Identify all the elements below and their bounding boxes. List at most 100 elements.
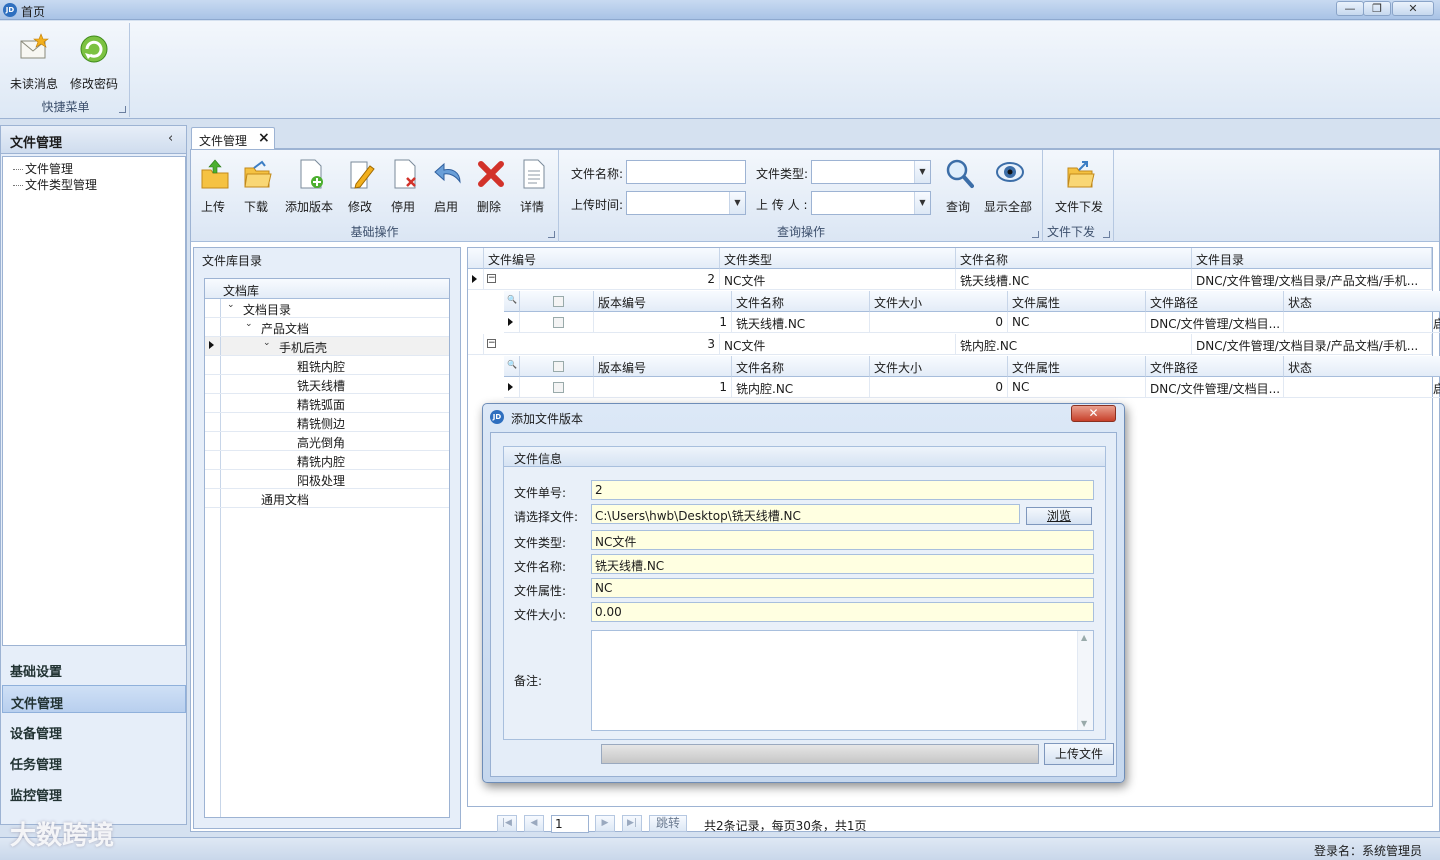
details-button[interactable]: 详情	[512, 156, 552, 214]
detail-column-header[interactable]: 状态	[1284, 291, 1440, 312]
row-checkbox[interactable]	[553, 317, 564, 328]
detail-column-header[interactable]: 文件路径	[1146, 356, 1284, 377]
library-tree-item[interactable]: 精铣弧面	[205, 394, 449, 413]
file-attr-label: 文件属性:	[514, 584, 567, 598]
change-password-button[interactable]: 修改密码	[66, 31, 122, 91]
library-tree-item[interactable]: ⌄ 文档目录	[205, 299, 449, 318]
detail-column-header[interactable]: 版本编号	[594, 291, 732, 312]
first-page-button[interactable]: |◀	[497, 815, 517, 832]
file-path-field[interactable]: C:\Users\hwb\Desktop\铣天线槽.NC	[591, 504, 1020, 524]
filter-search-icon[interactable]: 🔍	[507, 360, 517, 369]
group-launcher-icon[interactable]	[119, 106, 126, 113]
expand-chevron-icon[interactable]: ⌄	[263, 338, 271, 348]
filter-search-icon[interactable]: 🔍	[507, 295, 517, 304]
grid-cell-file-id: 2	[484, 269, 720, 290]
detail-column-header[interactable]: 文件属性	[1008, 291, 1146, 312]
file-no-label: 文件单号:	[514, 486, 567, 500]
upload-time-picker[interactable]: ▼	[626, 191, 746, 215]
restore-button[interactable]: ❐	[1363, 1, 1391, 16]
unread-messages-button[interactable]: 未读消息	[6, 31, 62, 91]
grid-column-header[interactable]: 文件类型	[720, 248, 956, 269]
detail-column-header[interactable]: 状态	[1284, 356, 1440, 377]
restore-icon: ❐	[1372, 2, 1382, 15]
detail-column-header[interactable]: 版本编号	[594, 356, 732, 377]
upload-button[interactable]: 上传	[193, 156, 233, 214]
collapse-chevron-icon[interactable]: ‹	[168, 131, 173, 146]
scroll-up-icon[interactable]: ▲	[1081, 633, 1087, 642]
dispatch-file-button[interactable]: 文件下发	[1055, 156, 1103, 214]
grid-column-header[interactable]: 文件名称	[956, 248, 1192, 269]
file-size-field[interactable]: 0.00	[591, 602, 1094, 622]
detail-cell-name: 铣内腔.NC	[732, 377, 870, 398]
enable-button[interactable]: 启用	[426, 156, 466, 214]
library-tree-item[interactable]: 高光倒角	[205, 432, 449, 451]
detail-column-header[interactable]: 文件路径	[1146, 291, 1284, 312]
query-group-launcher-icon[interactable]	[1032, 231, 1039, 238]
row-pointer-icon	[472, 275, 477, 283]
search-icon	[946, 159, 974, 188]
nav-group-basic-settings[interactable]: 基础设置	[2, 654, 186, 682]
unread-messages-label: 未读消息	[9, 77, 58, 91]
basic-group-launcher-icon[interactable]	[548, 231, 555, 238]
next-page-button[interactable]: ▶	[595, 815, 615, 832]
select-all-checkbox[interactable]	[553, 296, 564, 307]
show-all-button[interactable]: 显示全部	[984, 156, 1032, 214]
library-tree-item[interactable]: 精铣侧边	[205, 413, 449, 432]
dialog-close-button[interactable]: ✕	[1071, 405, 1116, 422]
nav-group-task-management[interactable]: 任务管理	[2, 747, 186, 775]
library-tree-item[interactable]: 阳极处理	[205, 470, 449, 489]
last-page-button[interactable]: ▶|	[622, 815, 642, 832]
library-tree-item[interactable]: ⌄ 产品文档	[205, 318, 449, 337]
disable-button[interactable]: 停用	[383, 156, 423, 214]
download-button[interactable]: 下载	[236, 156, 276, 214]
scroll-down-icon[interactable]: ▼	[1081, 719, 1087, 728]
file-name-input[interactable]	[626, 160, 746, 184]
library-tree-item[interactable]: 通用文档	[205, 489, 449, 508]
add-version-button[interactable]: 添加版本	[285, 156, 333, 214]
file-no-field[interactable]: 2	[591, 480, 1094, 500]
nav-tree-item-file-management[interactable]: 文件管理	[13, 160, 73, 177]
library-tree-item-label: 阳极处理	[297, 474, 346, 488]
select-all-checkbox[interactable]	[553, 361, 564, 372]
remark-textarea[interactable]: ▲ ▼	[591, 630, 1094, 731]
file-type-field[interactable]: NC文件	[591, 530, 1094, 550]
nav-group-monitor-management[interactable]: 监控管理	[2, 778, 186, 806]
browse-button[interactable]: 浏览	[1026, 507, 1092, 525]
window-close-button[interactable]: ✕	[1392, 1, 1434, 16]
prev-page-button[interactable]: ◀	[524, 815, 544, 832]
jump-button[interactable]: 跳转	[649, 815, 687, 832]
nav-group-device-management[interactable]: 设备管理	[2, 716, 186, 744]
expand-chevron-icon[interactable]: ⌄	[227, 300, 235, 310]
detail-cell-path: DNC/文件管理/文档目...	[1146, 377, 1284, 398]
upload-file-button[interactable]: 上传文件	[1044, 743, 1114, 765]
expand-chevron-icon[interactable]: ⌄	[245, 319, 253, 329]
minimize-button[interactable]: —	[1336, 1, 1364, 16]
grid-column-header[interactable]: 文件编号	[484, 248, 720, 269]
edit-button[interactable]: 修改	[340, 156, 380, 214]
detail-column-header[interactable]: 文件大小	[870, 291, 1008, 312]
detail-column-header[interactable]: 文件名称	[732, 356, 870, 377]
library-tree-item[interactable]: 粗铣内腔	[205, 356, 449, 375]
search-button[interactable]: 查询	[938, 156, 978, 214]
detail-column-header[interactable]: 文件属性	[1008, 356, 1146, 377]
grid-column-header[interactable]: 文件目录	[1192, 248, 1432, 269]
dispatch-group-launcher-icon[interactable]	[1103, 231, 1110, 238]
delete-button[interactable]: 删除	[469, 156, 509, 214]
tab-file-management[interactable]: 文件管理 ×	[191, 127, 275, 150]
library-tree-item[interactable]: 铣天线槽	[205, 375, 449, 394]
uploader-select[interactable]: ▼	[811, 191, 931, 215]
remark-scrollbar[interactable]: ▲ ▼	[1077, 631, 1093, 730]
file-name-field[interactable]: 铣天线槽.NC	[591, 554, 1094, 574]
library-tree-header[interactable]: 文档库	[205, 279, 449, 299]
file-type-select[interactable]: ▼	[811, 160, 931, 184]
file-attr-field[interactable]: NC	[591, 578, 1094, 598]
row-checkbox[interactable]	[553, 382, 564, 393]
library-tree-item[interactable]: ⌄ 手机后壳	[205, 337, 449, 356]
nav-group-file-management[interactable]: 文件管理	[2, 685, 186, 713]
detail-column-header[interactable]: 文件名称	[732, 291, 870, 312]
tab-close-icon[interactable]: ×	[258, 130, 270, 146]
detail-column-header[interactable]: 文件大小	[870, 356, 1008, 377]
page-number-input[interactable]: 1	[551, 815, 589, 833]
library-tree-item[interactable]: 精铣内腔	[205, 451, 449, 470]
nav-tree-item-file-type-management[interactable]: 文件类型管理	[13, 176, 97, 193]
